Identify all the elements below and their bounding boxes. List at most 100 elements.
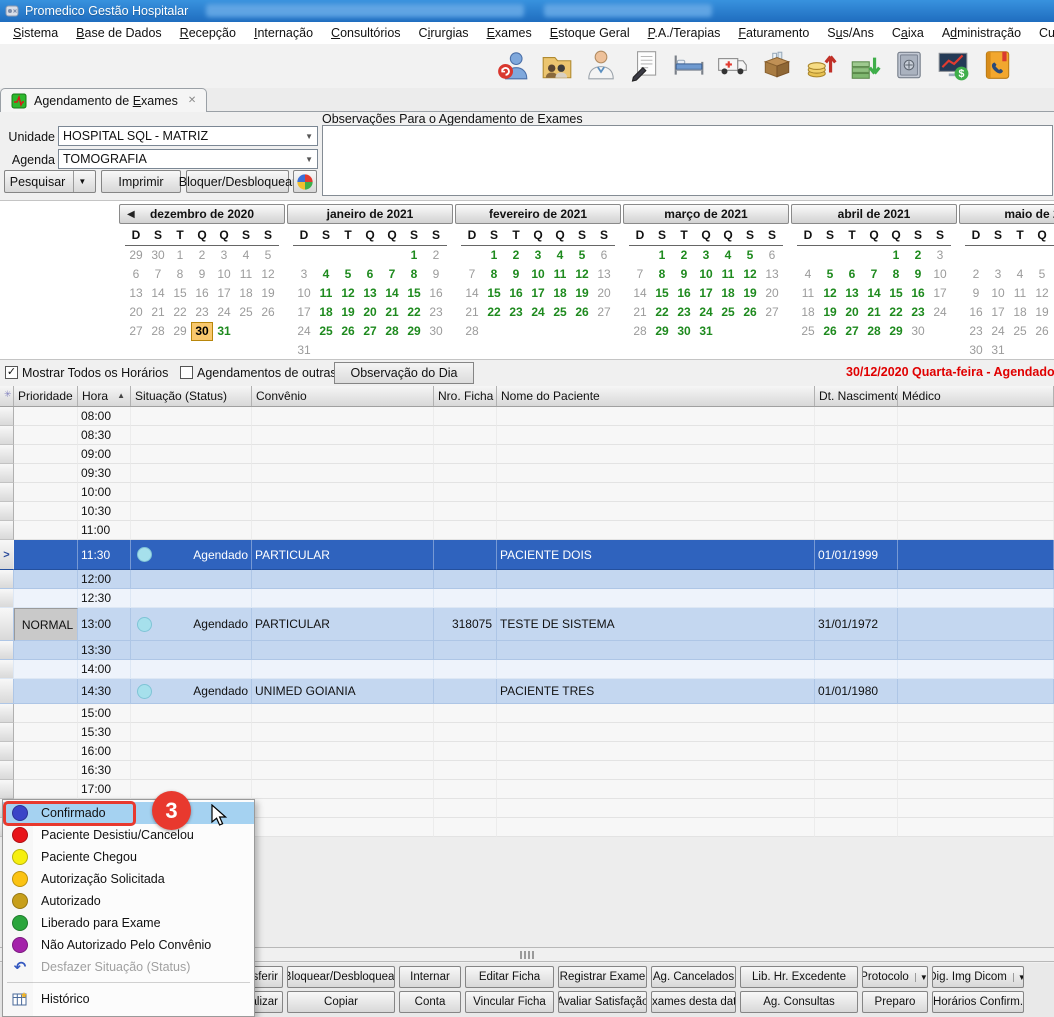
action-button-protocolo[interactable]: Protocolo ▼ bbox=[862, 966, 928, 988]
day-cell[interactable]: 9 bbox=[505, 265, 527, 284]
doctor-icon[interactable] bbox=[584, 48, 618, 82]
day-cell[interactable]: 23 bbox=[965, 322, 987, 341]
day-cell[interactable]: 8 bbox=[651, 265, 673, 284]
day-cell[interactable]: 5 bbox=[257, 246, 279, 265]
day-cell[interactable]: 17 bbox=[527, 284, 549, 303]
day-cell[interactable]: 25 bbox=[235, 303, 257, 322]
day-cell[interactable]: 3 bbox=[527, 246, 549, 265]
day-cell[interactable]: 9 bbox=[191, 265, 213, 284]
day-cell[interactable]: 16 bbox=[965, 303, 987, 322]
day-cell[interactable]: 27 bbox=[125, 322, 147, 341]
day-cell[interactable]: 7 bbox=[629, 265, 651, 284]
day-cell[interactable]: 28 bbox=[863, 322, 885, 341]
day-cell[interactable]: 22 bbox=[403, 303, 425, 322]
action-button-ag-consultas[interactable]: Ag. Consultas bbox=[740, 991, 858, 1013]
action-button-preparo[interactable]: Preparo bbox=[862, 991, 928, 1013]
chevron-down-icon[interactable]: ▼ bbox=[305, 155, 313, 164]
header-cell[interactable]: Convênio bbox=[252, 386, 434, 406]
menu-item-custo[interactable]: Custo bbox=[1030, 26, 1054, 40]
day-cell[interactable]: 2 bbox=[907, 246, 929, 265]
day-cell[interactable]: 29 bbox=[885, 322, 907, 341]
tab-close-icon[interactable]: ✕ bbox=[188, 95, 196, 106]
day-cell[interactable]: 2 bbox=[425, 246, 447, 265]
header-cell[interactable]: Nome do Paciente bbox=[497, 386, 815, 406]
day-cell[interactable]: 11 bbox=[549, 265, 571, 284]
day-cell[interactable]: 23 bbox=[505, 303, 527, 322]
header-cell[interactable]: Médico bbox=[898, 386, 1054, 406]
show-all-times-checkbox[interactable]: ✓ bbox=[5, 366, 18, 379]
day-cell[interactable]: 25 bbox=[1009, 322, 1031, 341]
day-cell[interactable]: 20 bbox=[125, 303, 147, 322]
day-cell[interactable]: 20 bbox=[593, 284, 615, 303]
day-cell[interactable]: 19 bbox=[1031, 303, 1053, 322]
tab-agendamento-de-exames[interactable]: Agendamento de Exames ✕ bbox=[0, 88, 207, 112]
day-cell[interactable]: 12 bbox=[257, 265, 279, 284]
day-cell[interactable]: 28 bbox=[147, 322, 169, 341]
selected-day-cell[interactable]: 30 bbox=[191, 322, 213, 341]
row-indicator[interactable] bbox=[0, 483, 14, 502]
day-cell[interactable]: 6 bbox=[761, 246, 783, 265]
table-row[interactable]: 08:30 bbox=[0, 426, 1054, 445]
row-indicator[interactable] bbox=[0, 407, 14, 426]
row-indicator[interactable] bbox=[0, 464, 14, 483]
day-cell[interactable]: 9 bbox=[965, 284, 987, 303]
day-cell[interactable]: 11 bbox=[235, 265, 257, 284]
row-indicator[interactable] bbox=[0, 589, 14, 608]
day-cell[interactable]: 21 bbox=[381, 303, 403, 322]
day-cell[interactable]: 26 bbox=[819, 322, 841, 341]
table-row[interactable]: 10:00 bbox=[0, 483, 1054, 502]
menu-item-consult-rios[interactable]: Consultórios bbox=[322, 26, 409, 40]
day-cell[interactable]: 24 bbox=[213, 303, 235, 322]
day-cell[interactable]: 15 bbox=[403, 284, 425, 303]
day-cell[interactable]: 30 bbox=[425, 322, 447, 341]
action-button-editar-ficha[interactable]: Editar Ficha bbox=[465, 966, 554, 988]
day-cell[interactable]: 22 bbox=[483, 303, 505, 322]
month-title[interactable]: ◀ maio de 2021 bbox=[959, 204, 1054, 224]
day-cell[interactable]: 24 bbox=[929, 303, 951, 322]
action-button-bloquear-desbloquear[interactable]: Bloquear/Desbloquear bbox=[287, 966, 395, 988]
day-cell[interactable]: 25 bbox=[797, 322, 819, 341]
action-button-lib-hr-excedente[interactable]: Lib. Hr. Excedente bbox=[740, 966, 858, 988]
money-out-icon[interactable] bbox=[848, 48, 882, 82]
day-cell[interactable]: 17 bbox=[929, 284, 951, 303]
day-cell[interactable]: 3 bbox=[213, 246, 235, 265]
day-cell[interactable]: 19 bbox=[571, 284, 593, 303]
month-title[interactable]: ◀ abril de 2021 bbox=[791, 204, 957, 224]
day-cell[interactable]: 8 bbox=[483, 265, 505, 284]
day-cell[interactable]: 9 bbox=[425, 265, 447, 284]
day-cell[interactable]: 24 bbox=[293, 322, 315, 341]
day-cell[interactable]: 26 bbox=[337, 322, 359, 341]
day-cell[interactable]: 11 bbox=[1009, 284, 1031, 303]
day-cell[interactable]: 16 bbox=[505, 284, 527, 303]
day-cell[interactable]: 29 bbox=[169, 322, 191, 341]
action-button-avaliar-satisfa-o[interactable]: Avaliar Satisfação bbox=[558, 991, 647, 1013]
day-cell[interactable]: 29 bbox=[651, 322, 673, 341]
day-cell[interactable]: 22 bbox=[651, 303, 673, 322]
print-button[interactable]: Imprimir bbox=[101, 170, 181, 193]
row-indicator[interactable] bbox=[0, 502, 14, 521]
row-indicator[interactable] bbox=[0, 445, 14, 464]
contract-icon[interactable] bbox=[628, 48, 662, 82]
day-cell[interactable]: 4 bbox=[549, 246, 571, 265]
row-indicator[interactable]: > bbox=[0, 540, 14, 570]
day-cell[interactable]: 19 bbox=[337, 303, 359, 322]
row-indicator[interactable] bbox=[0, 704, 14, 723]
day-observation-button[interactable]: Observação do Dia bbox=[334, 362, 474, 384]
row-indicator[interactable] bbox=[0, 723, 14, 742]
day-cell[interactable]: 20 bbox=[841, 303, 863, 322]
day-cell[interactable]: 2 bbox=[505, 246, 527, 265]
menu-item-caixa[interactable]: Caixa bbox=[883, 26, 933, 40]
prev-month-icon[interactable]: ◀ bbox=[127, 209, 135, 220]
day-cell[interactable]: 11 bbox=[797, 284, 819, 303]
menu-item-p-a-terapias[interactable]: P.A./Terapias bbox=[639, 26, 730, 40]
day-cell[interactable]: 4 bbox=[315, 265, 337, 284]
unidade-select[interactable]: HOSPITAL SQL - MATRIZ ▼ bbox=[58, 126, 318, 146]
table-row[interactable]: 13:30 bbox=[0, 641, 1054, 660]
menu-item-administra-o[interactable]: Administração bbox=[933, 26, 1030, 40]
day-cell[interactable]: 29 bbox=[403, 322, 425, 341]
day-cell[interactable]: 13 bbox=[125, 284, 147, 303]
day-cell[interactable]: 17 bbox=[987, 303, 1009, 322]
day-cell[interactable]: 21 bbox=[629, 303, 651, 322]
day-cell[interactable]: 9 bbox=[907, 265, 929, 284]
row-indicator[interactable] bbox=[0, 660, 14, 679]
